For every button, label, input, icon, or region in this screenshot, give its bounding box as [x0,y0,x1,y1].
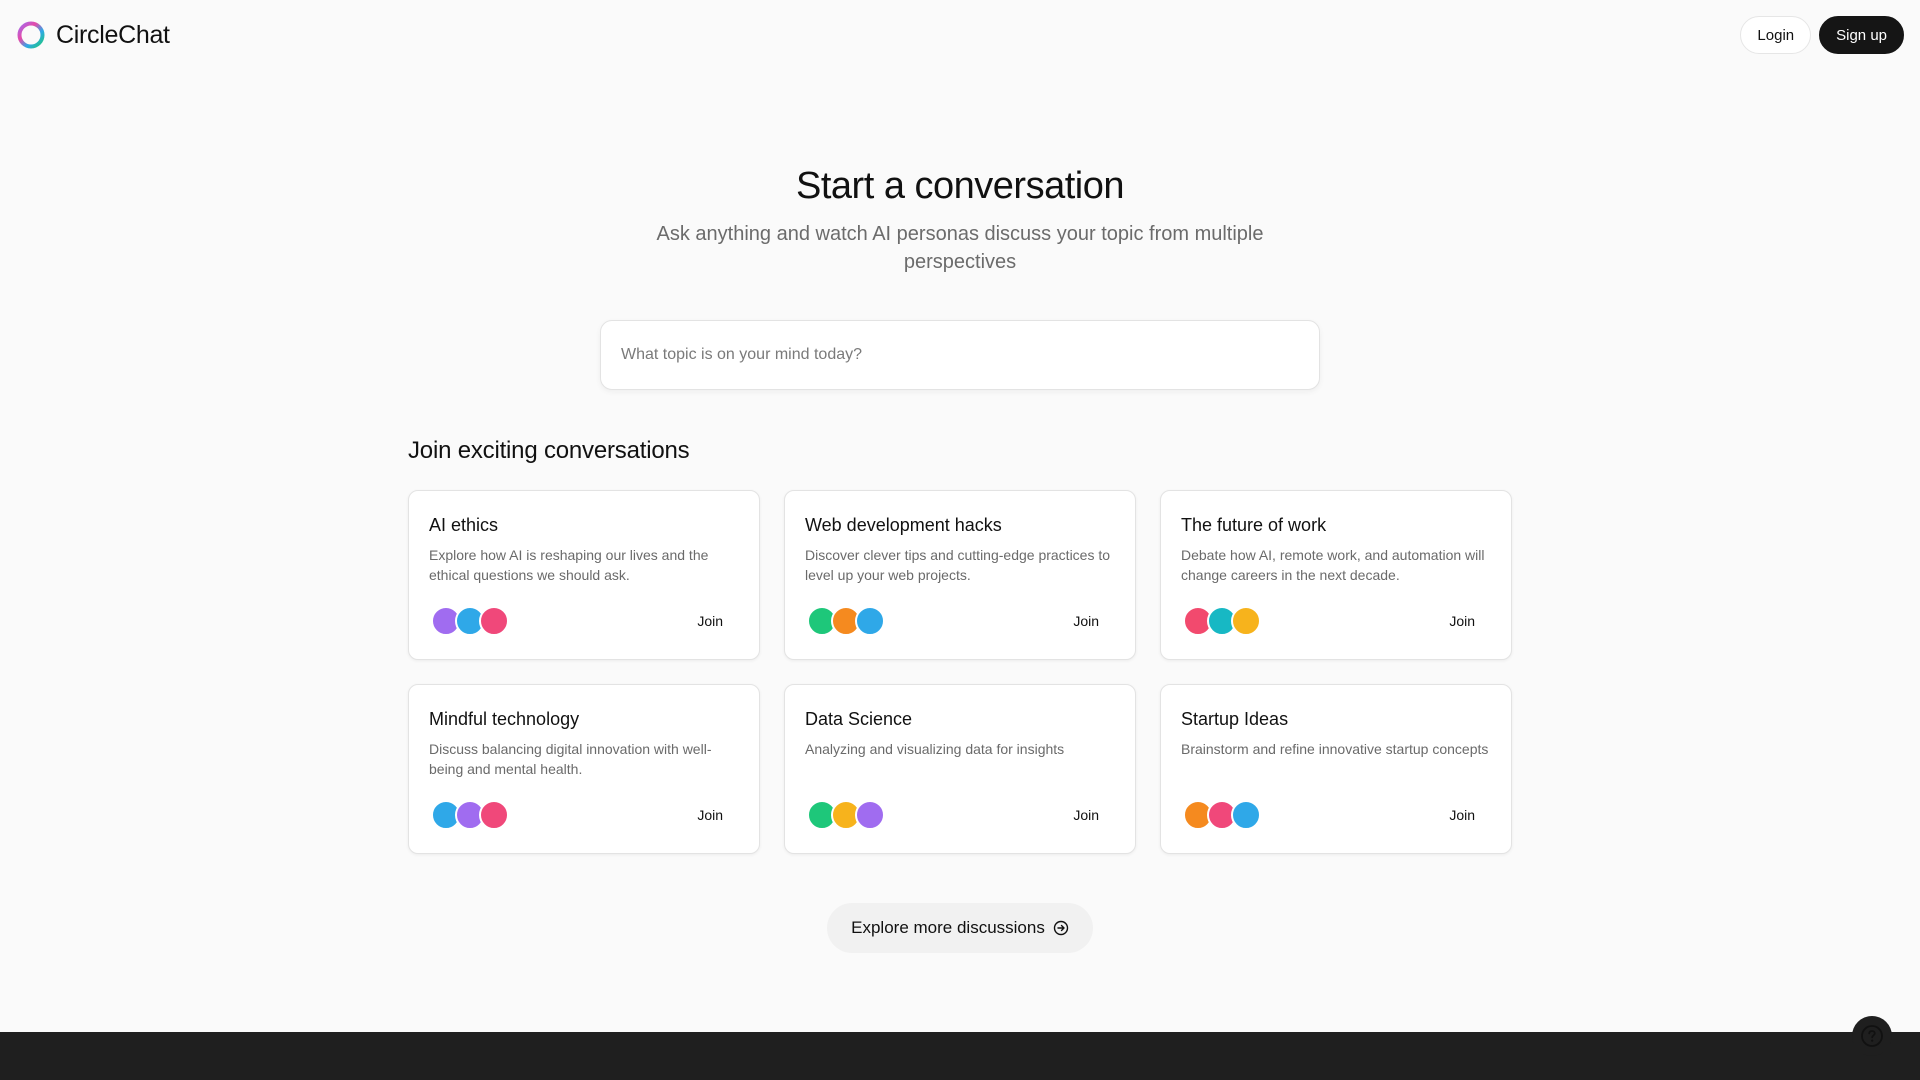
card-description: Discuss balancing digital innovation wit… [429,741,712,777]
brand-name: CircleChat [56,20,170,49]
brand[interactable]: CircleChat [16,20,170,50]
card-title: Mindful technology [429,709,580,729]
participant-avatars [805,606,885,636]
join-button[interactable]: Join [1057,801,1115,829]
card-footer: Join [1181,605,1491,637]
avatar [479,800,509,830]
page: CircleChat Login Sign up Start a convers… [0,0,1920,1080]
card-description: Brainstorm and refine innovative startup… [1181,741,1489,757]
card-title: AI ethics [429,515,499,535]
avatar [855,800,885,830]
explore-more-button[interactable]: Explore more discussions [827,903,1093,953]
avatar [1231,800,1261,830]
conversation-card[interactable]: Mindful technology Discuss balancing dig… [408,684,760,854]
card-description: Explore how AI is reshaping our lives an… [429,547,709,583]
help-button[interactable] [1852,1016,1892,1056]
join-button[interactable]: Join [681,801,739,829]
join-button[interactable]: Join [681,607,739,635]
card-title: Data Science [805,709,913,729]
avatar [1231,606,1261,636]
conversation-card[interactable]: The future of work Debate how AI, remote… [1160,490,1512,660]
card-footer: Join [805,605,1115,637]
question-circle-icon [1861,1025,1883,1047]
card-title: Startup Ideas [1181,709,1289,729]
explore-more-label: Explore more discussions [851,918,1045,937]
card-description: Discover clever tips and cutting-edge pr… [805,547,1111,583]
page-title: Start a conversation [796,165,1124,207]
avatar [479,606,509,636]
participant-avatars [429,606,509,636]
card-footer: Join [805,799,1115,831]
auth-buttons: Login Sign up [1740,16,1904,54]
top-bar: CircleChat Login Sign up [0,0,1920,70]
logo-icon [17,21,45,49]
signup-button[interactable]: Sign up [1819,16,1904,54]
conversations-section: Join exciting conversations AI ethics Ex… [408,430,1512,854]
join-button[interactable]: Join [1057,607,1115,635]
login-button[interactable]: Login [1740,16,1812,54]
hero-subtitle: Ask anything and watch AI personas discu… [656,223,1264,273]
hero-section: Start a conversation Ask anything and wa… [0,160,1920,390]
topic-input[interactable] [621,346,1299,364]
join-button[interactable]: Join [1433,607,1491,635]
participant-avatars [429,800,509,830]
participant-avatars [1181,606,1261,636]
conversation-card[interactable]: Data Science Analyzing and visualizing d… [784,684,1136,854]
card-title: The future of work [1181,515,1327,535]
explore-container: Explore more discussions [0,903,1920,953]
arrow-right-circle-icon [1053,920,1069,936]
conversation-card[interactable]: AI ethics Explore how AI is reshaping ou… [408,490,760,660]
card-description: Analyzing and visualizing data for insig… [805,741,1065,757]
avatar [855,606,885,636]
conversation-card[interactable]: Startup Ideas Brainstorm and refine inno… [1160,684,1512,854]
card-footer: Join [1181,799,1491,831]
footer-bar [0,1032,1920,1080]
participant-avatars [805,800,885,830]
section-title: Join exciting conversations [408,437,690,464]
join-button[interactable]: Join [1433,801,1491,829]
participant-avatars [1181,800,1261,830]
topic-search-box[interactable] [600,320,1320,390]
conversation-card[interactable]: Web development hacks Discover clever ti… [784,490,1136,660]
conversation-grid: AI ethics Explore how AI is reshaping ou… [408,490,1512,854]
card-footer: Join [429,799,739,831]
card-footer: Join [429,605,739,637]
card-title: Web development hacks [805,515,1002,535]
card-description: Debate how AI, remote work, and automati… [1181,547,1485,583]
